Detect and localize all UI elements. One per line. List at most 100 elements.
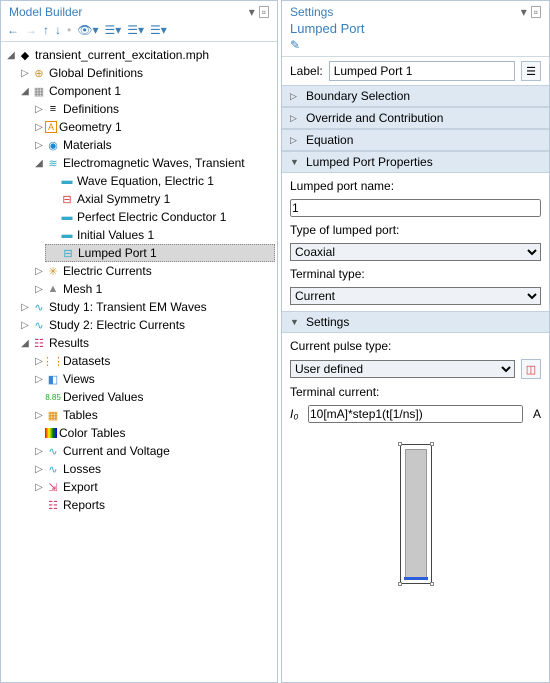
tree-results[interactable]: ◢☷Results xyxy=(17,334,275,352)
port-type-label: Type of lumped port: xyxy=(290,223,541,237)
port-type-select[interactable]: Coaxial xyxy=(290,243,541,261)
plot-icon: ∿ xyxy=(45,461,61,477)
model-builder-title-bar: Model Builder ▾ ▫ xyxy=(1,1,277,21)
tree-views[interactable]: ▷◧Views xyxy=(31,370,275,388)
settings-body: Current pulse type: User defined ◫ Termi… xyxy=(282,333,549,605)
tree-component1[interactable]: ◢▦Component 1 xyxy=(17,82,275,100)
show-icon[interactable]: 👁▾ xyxy=(77,23,98,37)
tree-global-definitions[interactable]: ▷⊕Global Definitions xyxy=(17,64,275,82)
materials-icon: ◉ xyxy=(45,137,61,153)
tree-tables[interactable]: ▷▦Tables xyxy=(31,406,275,424)
pulse-plot-button[interactable]: ◫ xyxy=(521,359,541,379)
datasets-icon: ⋮⋮ xyxy=(45,353,61,369)
term-current-input[interactable] xyxy=(308,405,523,423)
label-row: Label: ☰ xyxy=(290,61,541,81)
close-icon[interactable]: ▫ xyxy=(259,6,269,18)
minimize-icon[interactable]: ▾ xyxy=(521,5,527,19)
results-icon: ☷ xyxy=(31,335,47,351)
tree-geometry[interactable]: ▷AGeometry 1 xyxy=(31,118,275,136)
port-name-label: Lumped port name: xyxy=(290,179,541,193)
label-input[interactable] xyxy=(329,61,515,81)
tree-initial[interactable]: ▬Initial Values 1 xyxy=(45,226,275,244)
colortables-icon xyxy=(45,428,57,438)
tree-lumped-port[interactable]: ⊟Lumped Port 1 xyxy=(45,244,275,262)
settings-title-bar: Settings ▾ ▫ xyxy=(282,1,549,21)
nav-up-icon[interactable]: ↑ xyxy=(43,23,49,37)
definitions-icon: ≡ xyxy=(45,101,61,117)
tree-export[interactable]: ▷⇲Export xyxy=(31,478,275,496)
reports-icon: ☷ xyxy=(45,497,61,513)
tree-datasets[interactable]: ▷⋮⋮Datasets xyxy=(31,352,275,370)
expand3-icon[interactable]: ☰▾ xyxy=(150,23,167,37)
pulse-type-label: Current pulse type: xyxy=(290,339,541,353)
mesh-icon: ▲ xyxy=(45,281,61,297)
tree-derived[interactable]: 8.85Derived Values xyxy=(31,388,275,406)
tree-definitions[interactable]: ▷≡Definitions xyxy=(31,100,275,118)
component-icon: ▦ xyxy=(31,83,47,99)
panel-actions: ▾ ▫ xyxy=(521,5,541,19)
section-override[interactable]: ▷Override and Contribution xyxy=(282,107,549,129)
expand2-icon[interactable]: ☰▾ xyxy=(127,23,144,37)
tree-emwaves[interactable]: ◢≋Electromagnetic Waves, Transient xyxy=(31,154,275,172)
tree-materials[interactable]: ▷◉Materials xyxy=(31,136,275,154)
label-label: Label: xyxy=(290,64,323,78)
derived-icon: 8.85 xyxy=(45,389,61,405)
model-builder-panel: Model Builder ▾ ▫ ← → ↑ ↓ • 👁▾ ☰▾ ☰▾ ☰▾ … xyxy=(0,0,278,683)
study-icon: ∿ xyxy=(31,317,47,333)
geometry-preview xyxy=(290,429,541,599)
model-builder-toolbar: ← → ↑ ↓ • 👁▾ ☰▾ ☰▾ ☰▾ xyxy=(1,21,277,41)
section-boundary[interactable]: ▷Boundary Selection xyxy=(282,85,549,107)
pulse-type-select[interactable]: User defined xyxy=(290,360,515,378)
tables-icon: ▦ xyxy=(45,407,61,423)
export-icon: ⇲ xyxy=(45,479,61,495)
lumped-icon: ⊟ xyxy=(60,245,76,261)
panel-actions: ▾ ▫ xyxy=(249,5,269,19)
tree-study1[interactable]: ▷∿Study 1: Transient EM Waves xyxy=(17,298,275,316)
waveeq-icon: ▬ xyxy=(59,173,75,189)
term-current-unit: A xyxy=(527,407,541,421)
props-body: Lumped port name: Type of lumped port: C… xyxy=(282,173,549,311)
tree-losses[interactable]: ▷∿Losses xyxy=(31,460,275,478)
tree-pec[interactable]: ▬Perfect Electric Conductor 1 xyxy=(45,208,275,226)
model-builder-title: Model Builder xyxy=(9,5,82,19)
geometry-icon: A xyxy=(45,121,57,133)
tree-mesh[interactable]: ▷▲Mesh 1 xyxy=(31,280,275,298)
tree-axial[interactable]: ⊟Axial Symmetry 1 xyxy=(45,190,275,208)
globe-icon: ⊕ xyxy=(31,65,47,81)
initial-icon: ▬ xyxy=(59,227,75,243)
tree-waveeq[interactable]: ▬Wave Equation, Electric 1 xyxy=(45,172,275,190)
tree-study2[interactable]: ▷∿Study 2: Electric Currents xyxy=(17,316,275,334)
section-settings[interactable]: ▼Settings xyxy=(282,311,549,333)
tree-currentvoltage[interactable]: ▷∿Current and Voltage xyxy=(31,442,275,460)
settings-panel: Settings ▾ ▫ Lumped Port ✎ Label: ☰ ▷Bou… xyxy=(281,0,550,683)
nav-fwd-icon[interactable]: → xyxy=(25,23,37,37)
ec-icon: ✳ xyxy=(45,263,61,279)
tree-colortables[interactable]: Color Tables xyxy=(31,424,275,442)
term-current-label: Terminal current: xyxy=(290,385,541,399)
study-icon: ∿ xyxy=(31,299,47,315)
section-equation[interactable]: ▷Equation xyxy=(282,129,549,151)
nav-down-icon[interactable]: ↓ xyxy=(55,23,61,37)
settings-title: Settings xyxy=(290,5,333,19)
emwaves-icon: ≋ xyxy=(45,155,61,171)
tree-reports[interactable]: ☷Reports xyxy=(31,496,275,514)
expand1-icon[interactable]: ☰▾ xyxy=(104,23,121,37)
port-name-input[interactable] xyxy=(290,199,541,217)
settings-subtitle: Lumped Port xyxy=(282,21,549,38)
views-icon: ◧ xyxy=(45,371,61,387)
term-type-select[interactable]: Current xyxy=(290,287,541,305)
minimize-icon[interactable]: ▾ xyxy=(249,5,255,19)
model-tree[interactable]: ◢◆transient_current_excitation.mph ▷⊕Glo… xyxy=(1,42,277,682)
axial-icon: ⊟ xyxy=(59,191,75,207)
file-icon: ◆ xyxy=(17,47,33,63)
section-props[interactable]: ▼Lumped Port Properties xyxy=(282,151,549,173)
edit-icon[interactable]: ✎ xyxy=(282,38,549,56)
plot-icon: ∿ xyxy=(45,443,61,459)
term-type-label: Terminal type: xyxy=(290,267,541,281)
tree-root[interactable]: ◢◆transient_current_excitation.mph xyxy=(3,46,275,64)
label-link-button[interactable]: ☰ xyxy=(521,61,541,81)
tree-electric-currents[interactable]: ▷✳Electric Currents xyxy=(31,262,275,280)
close-icon[interactable]: ▫ xyxy=(531,6,541,18)
pec-icon: ▬ xyxy=(59,209,75,225)
nav-back-icon[interactable]: ← xyxy=(7,23,19,37)
